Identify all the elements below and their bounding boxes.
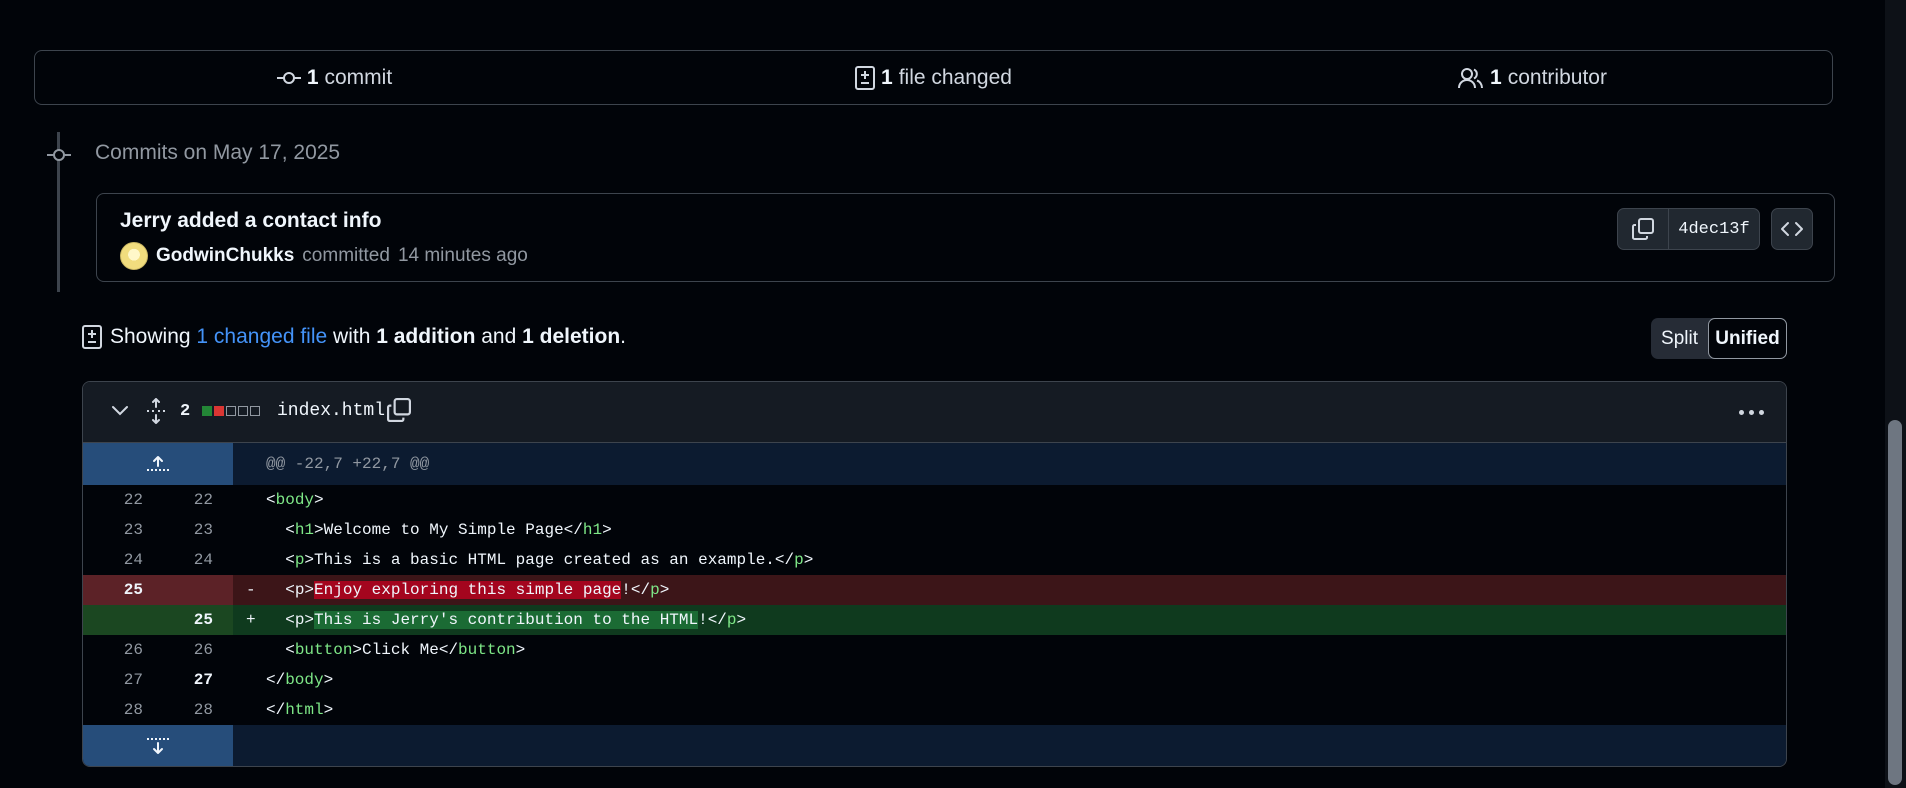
showing-prefix: Showing — [110, 325, 191, 348]
code-line: <body> — [266, 491, 324, 509]
changed-files-link[interactable]: 1 changed file — [196, 325, 327, 348]
old-line-number[interactable]: 22 — [83, 491, 143, 509]
file-diff-icon — [855, 65, 876, 90]
showing-with: with — [333, 325, 371, 348]
expand-down-button[interactable] — [83, 725, 233, 766]
new-line-number[interactable]: 22 — [153, 491, 213, 509]
file-diff: 2 index.html @@ -22,7 +22,7 @@ 22 22 <bo… — [82, 381, 1787, 767]
commit-summary-bar: 1 commit 1 file changed 1 contributor — [34, 50, 1833, 105]
files-count: 1 — [881, 65, 893, 89]
old-line-number[interactable]: 23 — [83, 521, 143, 539]
page-scrollbar-thumb[interactable] — [1888, 420, 1902, 785]
file-diff-icon — [82, 325, 102, 349]
new-line-number[interactable]: 24 — [153, 551, 213, 569]
expand-up-button[interactable] — [83, 443, 233, 485]
addition-sign: + — [246, 611, 256, 629]
commit-time: 14 minutes ago — [397, 245, 528, 266]
code-line: <p>This is Jerry's contribution to the H… — [266, 611, 747, 629]
old-line-number[interactable]: 27 — [83, 671, 143, 689]
diffstat-neutral-block — [238, 406, 248, 416]
old-line-number[interactable]: 24 — [83, 551, 143, 569]
expand-down-icon — [146, 736, 170, 756]
hunk-header-row: @@ -22,7 +22,7 @@ — [83, 443, 1786, 485]
diff-line: 26 26 <button>Click Me</button> — [83, 635, 1786, 665]
unified-view-button[interactable]: Unified — [1708, 318, 1787, 359]
showing-and: and — [481, 325, 517, 348]
diff-stats-line: Showing 1 changed file with 1 addition a… — [82, 325, 626, 349]
commit-sha-group: 4dec13f — [1617, 208, 1760, 250]
diff-rows: @@ -22,7 +22,7 @@ 22 22 <body> 23 23 <h1… — [83, 443, 1786, 766]
git-commit-icon — [276, 69, 301, 87]
diff-line: 27 27 </body> — [83, 665, 1786, 695]
copy-icon — [1632, 218, 1654, 240]
commit-card: Jerry added a contact info GodwinChukks … — [96, 193, 1835, 282]
new-line-number[interactable]: 28 — [153, 701, 213, 719]
new-line-number[interactable]: 25 — [153, 611, 213, 629]
code-line: </body> — [266, 671, 334, 689]
diffstat-neutral-block — [250, 406, 260, 416]
hunk-footer-row — [83, 725, 1786, 766]
old-line-number[interactable]: 25 — [83, 581, 143, 599]
chevron-down-icon[interactable] — [111, 404, 129, 418]
commits-label: commit — [324, 65, 393, 89]
browse-code-button[interactable] — [1771, 208, 1813, 250]
commit-sha-link[interactable]: 4dec13f — [1669, 209, 1759, 249]
code-line: <p>This is a basic HTML page created as … — [266, 551, 814, 569]
diff-line: 28 28 </html> — [83, 695, 1786, 725]
new-line-number[interactable]: 27 — [153, 671, 213, 689]
diffstat-blocks — [202, 406, 260, 416]
new-line-number[interactable]: 26 — [153, 641, 213, 659]
contributors-link[interactable]: 1 contributor — [1233, 51, 1832, 104]
copy-path-icon[interactable] — [387, 398, 411, 422]
file-change-count: 2 — [180, 402, 191, 421]
files-label: file changed — [898, 65, 1012, 89]
people-icon — [1458, 67, 1484, 89]
git-commit-timeline-icon — [47, 143, 71, 167]
diff-line: 24 24 <p>This is a basic HTML page creat… — [83, 545, 1786, 575]
old-line-number[interactable]: 26 — [83, 641, 143, 659]
commit-title-link[interactable]: Jerry added a contact info — [120, 209, 381, 233]
commit-author-link[interactable]: GodwinChukks — [156, 245, 294, 267]
expand-all-icon[interactable] — [146, 398, 166, 424]
contributors-label: contributor — [1507, 65, 1607, 89]
deletions-count: 1 deletion — [522, 325, 621, 348]
additions-count: 1 addition — [376, 325, 476, 348]
hunk-header-text: @@ -22,7 +22,7 @@ — [266, 455, 430, 473]
diff-view-toggle: Split Unified — [1651, 318, 1787, 359]
diff-line: 23 23 <h1>Welcome to My Simple Page</h1> — [83, 515, 1786, 545]
commit-action: committed — [302, 245, 390, 266]
copy-sha-button[interactable] — [1618, 209, 1669, 249]
old-line-number[interactable]: 28 — [83, 701, 143, 719]
commits-count: 1 — [306, 65, 319, 89]
avatar[interactable] — [120, 242, 148, 270]
kebab-menu-icon[interactable] — [1739, 410, 1764, 415]
code-line: <p>Enjoy exploring this simple page!</p> — [266, 581, 670, 599]
files-changed-link[interactable]: 1 file changed — [634, 51, 1233, 104]
expand-up-icon — [146, 455, 170, 473]
split-view-button[interactable]: Split — [1651, 318, 1708, 359]
deletion-sign: - — [246, 581, 256, 599]
commit-meta: GodwinChukks committed 14 minutes ago — [120, 242, 528, 270]
file-name-link[interactable]: index.html — [277, 401, 385, 421]
deleted-line: 25 - <p>Enjoy exploring this simple page… — [83, 575, 1786, 605]
diffstat-addition-block — [202, 406, 212, 416]
file-header: 2 index.html — [83, 382, 1786, 443]
diffstat-neutral-block — [226, 406, 236, 416]
code-line: <button>Click Me</button> — [266, 641, 526, 659]
new-line-number[interactable]: 23 — [153, 521, 213, 539]
contributors-count: 1 — [1490, 65, 1502, 89]
commits-date-heading: Commits on May 17, 2025 — [95, 141, 341, 164]
code-line: <h1>Welcome to My Simple Page</h1> — [266, 521, 612, 539]
diff-line: 22 22 <body> — [83, 485, 1786, 515]
added-line: 25 + <p>This is Jerry's contribution to … — [83, 605, 1786, 635]
diffstat-deletion-block — [214, 406, 224, 416]
commits-count-link[interactable]: 1 commit — [35, 51, 634, 104]
code-icon — [1780, 221, 1804, 237]
code-line: </html> — [266, 701, 334, 719]
showing-period: . — [620, 325, 627, 348]
